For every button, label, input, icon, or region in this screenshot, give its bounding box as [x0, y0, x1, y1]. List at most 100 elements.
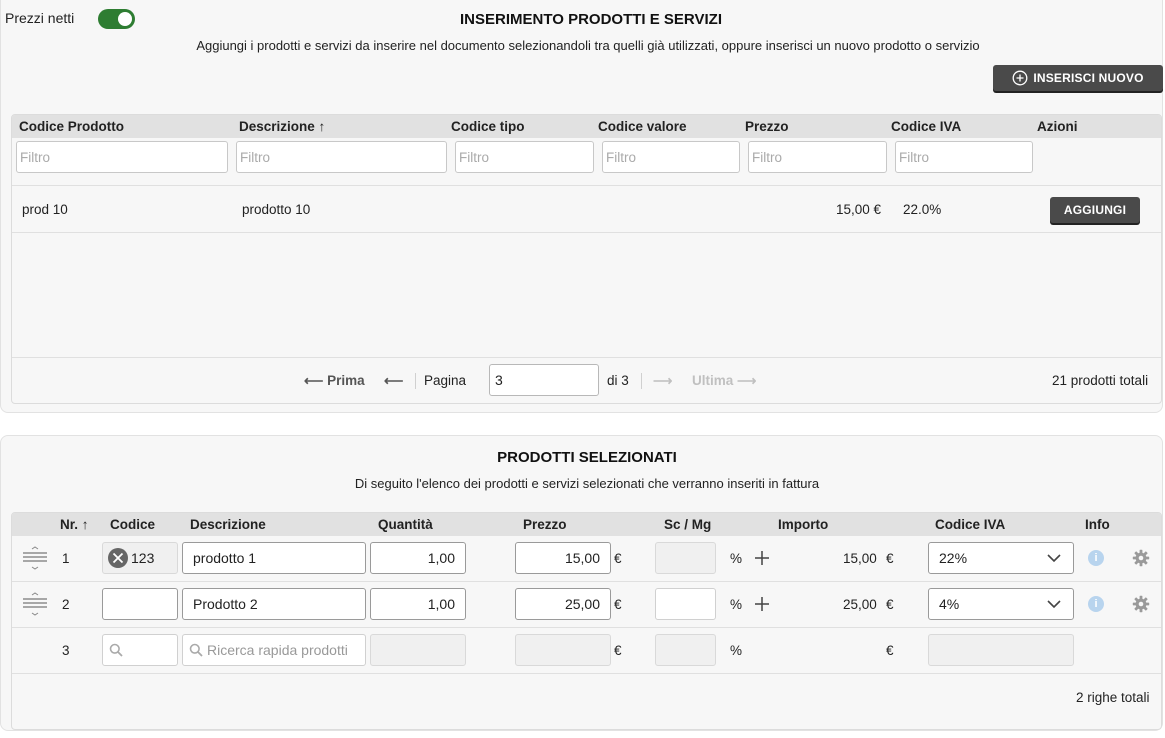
selected-title: PRODOTTI SELEZIONATI — [497, 449, 677, 466]
row-divider — [12, 627, 1161, 628]
products-table-header — [12, 115, 1161, 138]
row2-codice-field[interactable] — [102, 588, 178, 620]
row2-prezzo-field[interactable]: 25,00 — [515, 588, 611, 620]
row1-importo: 15,00 — [843, 551, 877, 566]
pager-next[interactable]: ⟶ — [653, 373, 672, 389]
pager-first[interactable]: ⟵ Prima — [304, 373, 365, 389]
row1-iva-select[interactable]: 22% — [928, 542, 1074, 574]
pager-first-label: Prima — [327, 373, 365, 388]
arrow-left-icon: ⟵ — [384, 373, 404, 388]
filter-descrizione[interactable]: Filtro — [236, 141, 447, 173]
filter-codice-iva[interactable]: Filtro — [895, 141, 1033, 173]
pager-separator — [415, 373, 416, 389]
row1-sconto-field[interactable] — [655, 542, 716, 574]
info-icon[interactable]: i — [1088, 550, 1104, 566]
filter-codice-prodotto[interactable]: Filtro — [16, 141, 228, 173]
sort-arrow-icon: ↑ — [318, 119, 326, 134]
search-icon — [189, 643, 203, 657]
col-codice-iva[interactable]: Codice IVA — [891, 119, 961, 134]
inserisci-nuovo-label: INSERISCI NUOVO — [1033, 71, 1144, 85]
row2-importo-euro: € — [886, 597, 894, 612]
quick-search-placeholder: Ricerca rapida prodotti — [207, 642, 348, 658]
row3-prezzo-field — [515, 634, 611, 666]
plus-circle-icon — [1012, 70, 1028, 86]
arrow-left-icon: ⟵ — [304, 373, 324, 388]
row3-importo-euro: € — [886, 643, 894, 658]
filter-codice-valore[interactable]: Filtro — [602, 141, 740, 173]
row-divider — [12, 673, 1161, 674]
col-prezzo[interactable]: Prezzo — [745, 119, 789, 134]
row1-nr: 1 — [62, 551, 70, 566]
row-divider — [12, 581, 1161, 582]
row1-codice: 123 — [131, 550, 155, 566]
row1-descrizione-field[interactable]: prodotto 1 — [182, 542, 366, 574]
row2-percent: % — [730, 597, 743, 612]
row1-codice-field[interactable]: 123 — [102, 542, 178, 574]
col-sc-mg: Sc / Mg — [664, 517, 712, 532]
col-quantita: Quantità — [378, 517, 433, 532]
row3-percent: % — [730, 643, 743, 658]
row1-percent: % — [730, 551, 743, 566]
row1-quantita-field[interactable]: 1,00 — [370, 542, 466, 574]
row3-iva-select — [928, 634, 1074, 666]
col-nr-label: Nr. — [60, 517, 79, 532]
pager-page-label: Pagina — [424, 373, 467, 388]
col-descrizione-sel: Descrizione — [190, 517, 266, 532]
pager-prev[interactable]: ⟵ — [384, 373, 403, 389]
row-iva: 22.0% — [903, 202, 942, 217]
pager-last-label: Ultima — [692, 373, 734, 388]
col-codice-iva-sel: Codice IVA — [935, 517, 1006, 532]
insert-title: INSERIMENTO PRODOTTI E SERVIZI — [460, 11, 722, 28]
insert-subtitle: Aggiungi i prodotti e servizi da inserir… — [196, 38, 980, 53]
row3-quantita-field — [370, 634, 466, 666]
drag-handle-icon[interactable] — [22, 545, 48, 571]
col-codice-tipo[interactable]: Codice tipo — [451, 119, 525, 134]
row2-importo: 25,00 — [843, 597, 877, 612]
col-codice-prodotto[interactable]: Codice Prodotto — [19, 119, 124, 134]
table-row[interactable] — [12, 186, 1161, 232]
col-nr[interactable]: Nr. ↑ — [60, 517, 89, 532]
inserisci-nuovo-button[interactable]: INSERISCI NUOVO — [993, 65, 1163, 91]
pager-of: di 3 — [607, 373, 629, 388]
row2-sconto-field[interactable] — [655, 588, 716, 620]
col-descrizione-label: Descrizione — [239, 119, 315, 134]
row3-quick-search[interactable]: Ricerca rapida prodotti — [182, 634, 366, 666]
row2-descrizione-field[interactable]: Prodotto 2 — [182, 588, 366, 620]
row2-euro: € — [614, 597, 622, 612]
plus-icon[interactable] — [754, 550, 770, 566]
filter-prezzo[interactable]: Filtro — [748, 141, 887, 173]
search-icon — [109, 643, 123, 657]
selected-subtitle: Di seguito l'elenco dei prodotti e servi… — [354, 476, 820, 491]
row1-prezzo-field[interactable]: 15,00 — [515, 542, 611, 574]
row3-codice-search[interactable] — [102, 634, 178, 666]
row-descrizione: prodotto 10 — [242, 202, 311, 217]
arrow-right-icon: ⟶ — [653, 373, 673, 388]
rows-total: 2 righe totali — [1076, 690, 1150, 705]
col-importo: Importo — [778, 517, 829, 532]
pager-last[interactable]: Ultima ⟶ — [692, 373, 756, 389]
row2-quantita-field[interactable]: 1,00 — [370, 588, 466, 620]
row3-sconto-field — [655, 634, 716, 666]
row2-iva-select[interactable]: 4% — [928, 588, 1074, 620]
page-input[interactable]: 3 — [489, 364, 599, 396]
col-info: Info — [1085, 517, 1110, 532]
filter-codice-tipo[interactable]: Filtro — [455, 141, 594, 173]
clear-icon[interactable] — [107, 547, 129, 569]
arrow-right-icon: ⟶ — [737, 373, 757, 388]
row1-iva: 22% — [939, 550, 968, 566]
drag-handle-icon[interactable] — [22, 591, 48, 617]
plus-icon[interactable] — [754, 596, 770, 612]
row3-nr: 3 — [62, 643, 70, 658]
info-icon[interactable]: i — [1088, 596, 1104, 612]
col-descrizione[interactable]: Descrizione ↑ — [239, 119, 325, 134]
row3-euro: € — [614, 643, 622, 658]
gear-icon[interactable] — [1132, 549, 1150, 567]
row1-euro: € — [614, 551, 622, 566]
col-codice-valore[interactable]: Codice valore — [598, 119, 687, 134]
row-divider — [12, 232, 1161, 233]
aggiungi-button[interactable]: AGGIUNGI — [1050, 197, 1140, 223]
row2-nr: 2 — [62, 597, 70, 612]
chevron-down-icon — [1047, 554, 1061, 563]
gear-icon[interactable] — [1132, 595, 1150, 613]
sort-arrow-icon: ↑ — [81, 517, 89, 532]
